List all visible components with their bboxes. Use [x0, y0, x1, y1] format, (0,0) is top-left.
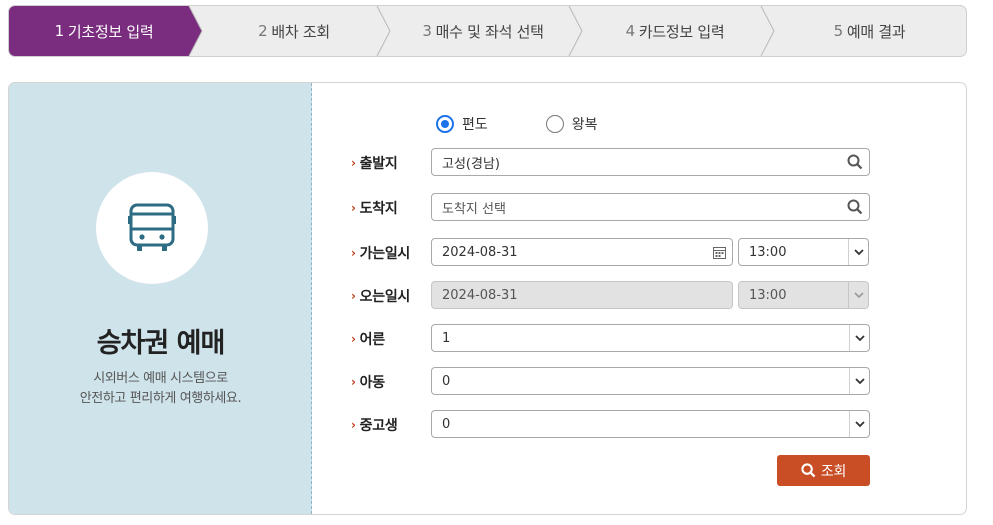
page-title: 승차권 예매	[96, 328, 226, 359]
radio-unchecked-icon[interactable]	[545, 115, 564, 133]
adult-count-select[interactable]: 1	[431, 324, 870, 352]
chevron-right-icon: ›	[351, 246, 356, 260]
student-count-value: 0	[442, 416, 451, 432]
step-5: 5 예매 결과	[771, 6, 966, 56]
departure-label-text: 출발지	[359, 156, 398, 172]
chevron-down-icon[interactable]	[849, 368, 869, 394]
radio-checked-icon[interactable]	[436, 115, 454, 133]
chevron-right-icon: ›	[351, 201, 356, 215]
chevron-down-icon	[848, 282, 868, 308]
return-time-select: 13:00	[738, 281, 869, 309]
bus-icon	[128, 203, 176, 251]
chevron-down-icon[interactable]	[849, 325, 869, 351]
step-3: 3 매수 및 좌석 선택	[387, 6, 579, 56]
student-label: › 중고생	[351, 411, 398, 439]
page-description: 시외버스 예매 시스템으로 안전하고 편리하게 여행하세요.	[9, 369, 312, 409]
return-date-value: 2024-08-31	[442, 287, 518, 303]
booking-panel: 승차권 예매 시외버스 예매 시스템으로 안전하고 편리하게 여행하세요. 편도…	[8, 82, 967, 515]
step-5-num: 5	[833, 22, 844, 40]
departure-value: 고성(경남)	[442, 156, 500, 172]
go-date-value: 2024-08-31	[442, 244, 518, 260]
chevron-right-icon: ›	[351, 418, 356, 432]
step-5-label: 예매 결과	[846, 22, 906, 41]
student-label-text: 중고생	[359, 418, 398, 434]
step-4-label: 카드정보 입력	[638, 22, 725, 41]
return-time-value: 13:00	[749, 287, 787, 303]
go-time-select[interactable]: 13:00	[738, 238, 869, 266]
arrival-input[interactable]: 도착지 선택	[431, 193, 870, 221]
arrival-label-text: 도착지	[359, 201, 398, 217]
adult-label: › 어른	[351, 325, 385, 353]
arrival-placeholder: 도착지 선택	[442, 201, 506, 217]
return-date-input: 2024-08-31	[431, 281, 733, 309]
chevron-down-icon[interactable]	[848, 239, 868, 265]
search-icon[interactable]	[847, 149, 863, 175]
adult-label-text: 어른	[359, 332, 385, 348]
child-label-text: 아동	[359, 375, 385, 391]
chevron-right-icon: ›	[351, 289, 356, 303]
chevron-right-icon: ›	[351, 332, 356, 346]
search-button[interactable]: 조회	[777, 455, 870, 486]
student-count-select[interactable]: 0	[431, 410, 870, 438]
calendar-icon[interactable]	[713, 239, 726, 265]
description-line-2: 안전하고 편리하게 여행하세요.	[79, 391, 242, 406]
bus-icon-badge	[96, 172, 208, 284]
trip-type-group: 편도 왕복	[436, 114, 628, 134]
chevron-down-icon[interactable]	[849, 411, 869, 437]
step-3-num: 3	[422, 22, 432, 40]
search-button-label: 조회	[820, 463, 847, 480]
step-1-num: 1	[54, 22, 65, 40]
go-date-label: › 가는일시	[351, 239, 410, 267]
round-trip-radio[interactable]: 왕복	[545, 114, 598, 134]
return-date-label-text: 오는일시	[359, 289, 411, 305]
departure-input[interactable]: 고성(경남)	[431, 148, 870, 176]
chevron-right-icon: ›	[351, 375, 356, 389]
go-date-label-text: 가는일시	[359, 246, 411, 262]
step-4-num: 4	[625, 22, 636, 40]
one-way-label: 편도	[462, 117, 488, 133]
step-1-label: 기초정보 입력	[67, 22, 154, 41]
step-1: 1 기초정보 입력	[9, 6, 199, 56]
step-2: 2 배차 조회	[199, 6, 389, 56]
chevron-right-icon: ›	[351, 156, 356, 170]
step-2-label: 배차 조회	[271, 22, 330, 41]
child-count-select[interactable]: 0	[431, 367, 870, 395]
adult-count-value: 1	[442, 330, 451, 346]
search-icon[interactable]	[847, 194, 863, 220]
return-date-label: › 오는일시	[351, 282, 410, 310]
child-count-value: 0	[442, 373, 451, 389]
child-label: › 아동	[351, 368, 385, 396]
intro-panel: 승차권 예매 시외버스 예매 시스템으로 안전하고 편리하게 여행하세요.	[9, 83, 312, 514]
go-time-value: 13:00	[749, 244, 787, 260]
step-4: 4 카드정보 입력	[579, 6, 771, 56]
departure-label: › 출발지	[351, 149, 398, 177]
arrival-label: › 도착지	[351, 194, 398, 222]
one-way-radio[interactable]: 편도	[436, 114, 488, 134]
description-line-1: 시외버스 예매 시스템으로	[93, 371, 228, 386]
step-progress-bar: 1 기초정보 입력 2 배차 조회 3 매수 및 좌석 선택 4 카드정보 입력…	[8, 5, 967, 57]
step-2-num: 2	[258, 22, 268, 40]
search-icon	[801, 463, 816, 478]
step-3-label: 매수 및 좌석 선택	[435, 22, 544, 41]
go-date-input[interactable]: 2024-08-31	[431, 238, 733, 266]
round-trip-label: 왕복	[571, 117, 598, 133]
